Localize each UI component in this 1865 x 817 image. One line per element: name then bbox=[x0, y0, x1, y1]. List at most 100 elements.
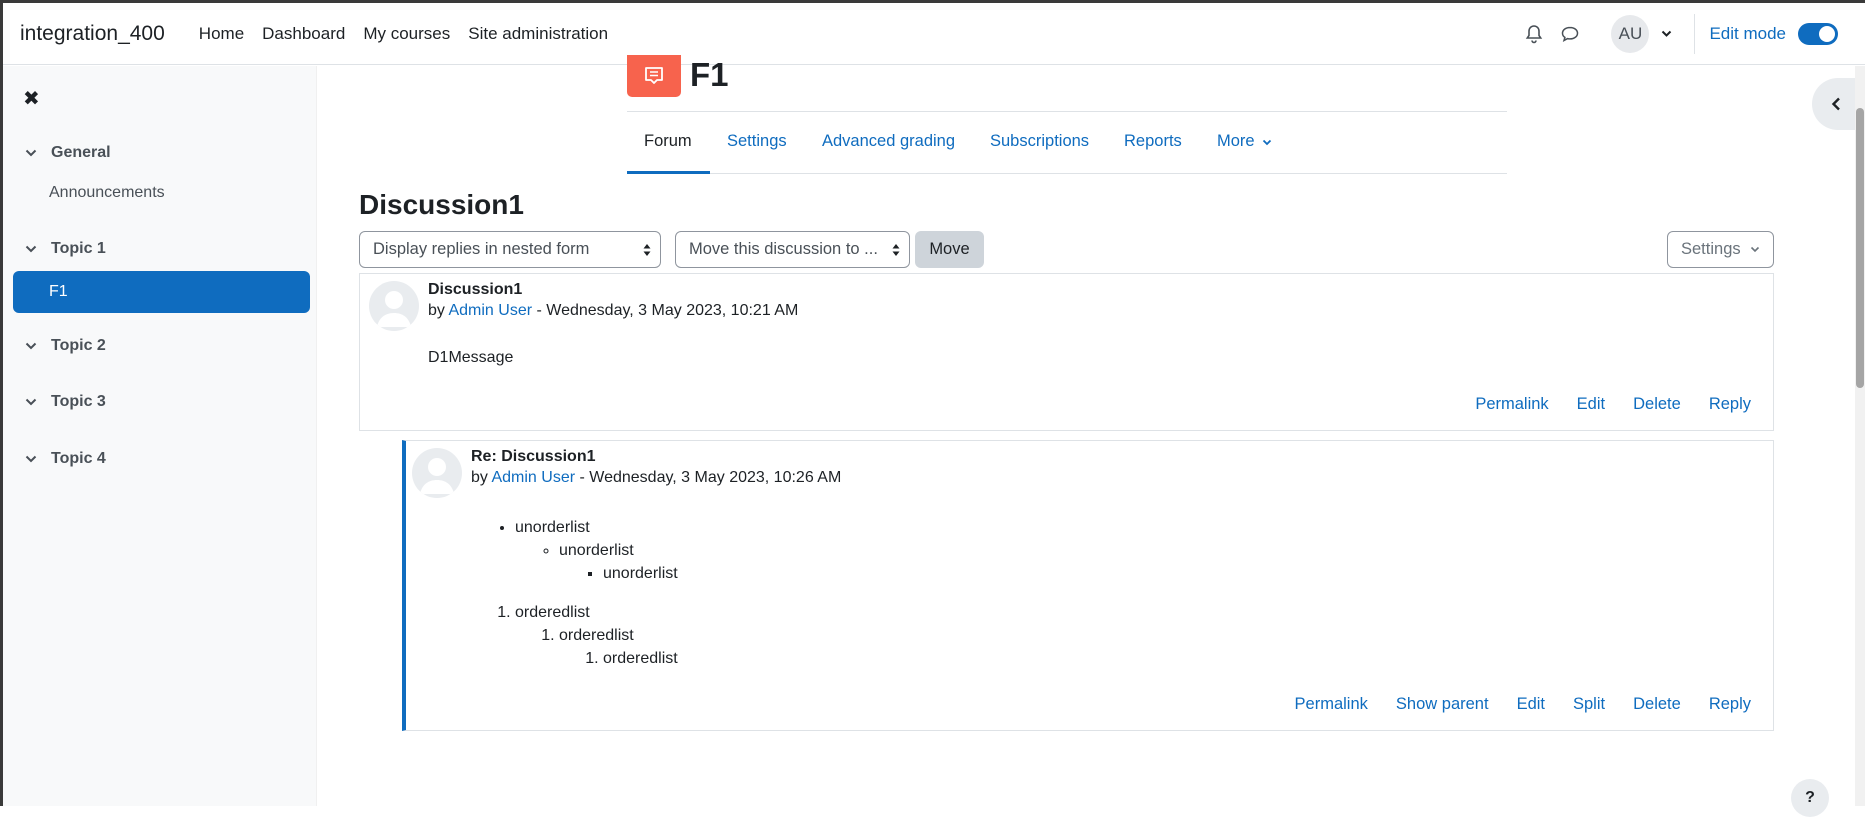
avatar[interactable] bbox=[369, 281, 419, 331]
ordered-list: orderedlist orderedlist orderedlist bbox=[495, 601, 678, 670]
chevron-down-icon bbox=[1750, 246, 1759, 253]
section-topic-1[interactable]: Topic 1 bbox=[25, 240, 106, 258]
help-button[interactable]: ? bbox=[1791, 779, 1829, 817]
post-actions: Permalink Show parent Edit Split Delete … bbox=[1295, 695, 1751, 714]
site-brand[interactable]: integration_400 bbox=[20, 22, 165, 46]
tab-more[interactable]: More bbox=[1217, 132, 1272, 151]
list-item-text: unorderlist bbox=[559, 542, 634, 559]
section-topic-3[interactable]: Topic 3 bbox=[25, 393, 106, 411]
permalink-link[interactable]: Permalink bbox=[1295, 695, 1368, 714]
list-item: unorderlist unorderlist bbox=[559, 539, 678, 585]
list-item: orderedlist orderedlist bbox=[559, 624, 678, 670]
list-item: unorderlist bbox=[603, 562, 678, 585]
nav-site-administration[interactable]: Site administration bbox=[468, 24, 608, 44]
tab-forum[interactable]: Forum bbox=[644, 132, 692, 151]
permalink-link[interactable]: Permalink bbox=[1475, 395, 1548, 414]
edit-link[interactable]: Edit bbox=[1577, 395, 1605, 414]
move-discussion-select[interactable]: Move this discussion to ... bbox=[675, 231, 910, 268]
section-topic-2[interactable]: Topic 2 bbox=[25, 337, 106, 355]
post-message: D1Message bbox=[428, 349, 514, 366]
avatar[interactable] bbox=[412, 448, 462, 498]
post-date: - Wednesday, 3 May 2023, 10:26 AM bbox=[579, 469, 842, 486]
notifications-bell-icon[interactable] bbox=[1517, 17, 1551, 51]
list-item: unorderlist unorderlist unorderlist bbox=[515, 516, 678, 585]
ordered-list: orderedlist bbox=[559, 647, 678, 670]
section-topic-4[interactable]: Topic 4 bbox=[25, 450, 106, 468]
show-parent-link[interactable]: Show parent bbox=[1396, 695, 1489, 714]
tab-more-label: More bbox=[1217, 132, 1255, 150]
chevron-down-icon bbox=[25, 149, 39, 157]
close-drawer-icon[interactable]: ✖ bbox=[23, 86, 40, 111]
secondary-navigation: Forum Settings Advanced grading Subscrip… bbox=[627, 111, 1507, 174]
reply-link[interactable]: Reply bbox=[1709, 395, 1751, 414]
forum-post-reply: Re: Discussion1 by Admin User - Wednesda… bbox=[402, 440, 1774, 731]
top-navbar: integration_400 Home Dashboard My course… bbox=[3, 3, 1865, 65]
active-tab-indicator bbox=[627, 171, 710, 174]
course-index-item-announcements[interactable]: Announcements bbox=[49, 184, 165, 202]
split-link[interactable]: Split bbox=[1573, 695, 1605, 714]
post-author-link[interactable]: Admin User bbox=[491, 469, 575, 486]
section-title-text: Topic 2 bbox=[51, 337, 106, 354]
select-arrows-icon bbox=[892, 244, 900, 256]
nav-home[interactable]: Home bbox=[199, 24, 244, 44]
post-author-link[interactable]: Admin User bbox=[448, 302, 532, 319]
delete-link[interactable]: Delete bbox=[1633, 695, 1681, 714]
list-item: orderedlist orderedlist orderedlist bbox=[515, 601, 678, 670]
ordered-list: orderedlist orderedlist bbox=[515, 624, 678, 670]
post-actions: Permalink Edit Delete Reply bbox=[1475, 395, 1751, 414]
activity-title: F1 bbox=[690, 56, 729, 93]
move-button[interactable]: Move bbox=[915, 231, 984, 268]
section-title-text: General bbox=[51, 144, 111, 161]
post-subject: Re: Discussion1 bbox=[471, 448, 596, 465]
chevron-down-icon bbox=[25, 398, 39, 406]
unordered-list: unorderlist unorderlist unorderlist bbox=[495, 516, 678, 585]
discussion-settings-button[interactable]: Settings bbox=[1667, 231, 1774, 268]
list-item: orderedlist bbox=[603, 647, 678, 670]
list-item-text: unorderlist bbox=[515, 519, 590, 536]
chevron-down-icon bbox=[25, 342, 39, 350]
section-title-text: Topic 4 bbox=[51, 450, 106, 467]
tab-advanced-grading[interactable]: Advanced grading bbox=[822, 132, 955, 151]
edit-mode-toggle[interactable] bbox=[1798, 23, 1838, 45]
post-date: - Wednesday, 3 May 2023, 10:21 AM bbox=[536, 302, 799, 319]
primary-navigation: Home Dashboard My courses Site administr… bbox=[199, 24, 608, 44]
display-mode-value: Display replies in nested form bbox=[373, 240, 590, 258]
display-mode-select[interactable]: Display replies in nested form bbox=[359, 231, 661, 268]
messages-chat-icon[interactable] bbox=[1553, 17, 1587, 51]
list-item-text: orderedlist bbox=[515, 604, 590, 621]
tab-subscriptions[interactable]: Subscriptions bbox=[990, 132, 1089, 151]
chevron-down-icon bbox=[25, 245, 39, 253]
chevron-left-icon bbox=[1831, 97, 1840, 111]
edit-link[interactable]: Edit bbox=[1517, 695, 1545, 714]
move-discussion-value: Move this discussion to ... bbox=[689, 240, 878, 258]
byline-prefix: by bbox=[471, 469, 488, 486]
byline-prefix: by bbox=[428, 302, 445, 319]
chevron-down-icon bbox=[1263, 139, 1272, 146]
navbar-divider bbox=[1694, 14, 1696, 54]
section-title-text: Topic 3 bbox=[51, 393, 106, 410]
user-avatar[interactable]: AU bbox=[1611, 15, 1650, 53]
scrollbar-thumb[interactable] bbox=[1856, 108, 1864, 388]
navbar-user-area: AU Edit mode bbox=[1517, 3, 1865, 65]
reply-link[interactable]: Reply bbox=[1709, 695, 1751, 714]
post-byline: by Admin User - Wednesday, 3 May 2023, 1… bbox=[428, 302, 798, 320]
list-item-text: orderedlist bbox=[559, 627, 634, 644]
course-index-item-f1[interactable]: F1 bbox=[13, 271, 310, 313]
post-message: unorderlist unorderlist unorderlist orde… bbox=[495, 516, 678, 670]
nav-dashboard[interactable]: Dashboard bbox=[262, 24, 345, 44]
edit-mode-label: Edit mode bbox=[1709, 24, 1786, 43]
delete-link[interactable]: Delete bbox=[1633, 395, 1681, 414]
tab-reports[interactable]: Reports bbox=[1124, 132, 1182, 151]
forum-icon bbox=[627, 55, 681, 97]
unordered-list: unorderlist unorderlist bbox=[515, 539, 678, 585]
unordered-list: unorderlist bbox=[559, 562, 678, 585]
discussion-title: Discussion1 bbox=[359, 189, 524, 220]
post-subject: Discussion1 bbox=[428, 281, 523, 298]
section-general[interactable]: General bbox=[25, 144, 111, 162]
settings-button-label: Settings bbox=[1681, 240, 1741, 258]
tab-settings[interactable]: Settings bbox=[727, 132, 787, 151]
user-menu-chevron-down-icon[interactable] bbox=[1661, 30, 1672, 38]
course-index-drawer: ✖ General Announcements Topic 1 F1 Topic… bbox=[3, 66, 317, 806]
nav-my-courses[interactable]: My courses bbox=[363, 24, 450, 44]
course-index-item-label: F1 bbox=[49, 283, 68, 300]
